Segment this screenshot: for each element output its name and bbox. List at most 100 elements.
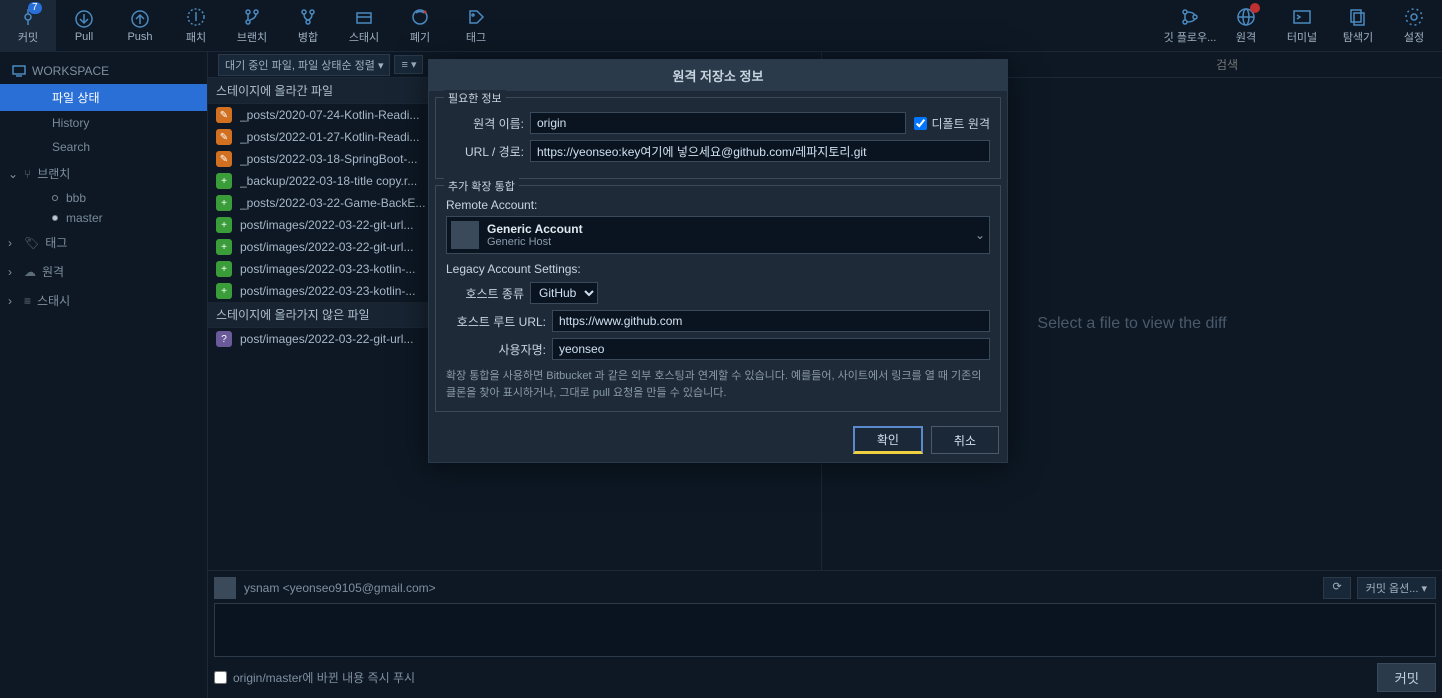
- default-remote-checkbox[interactable]: 디폴트 원격: [914, 115, 990, 132]
- discard-icon: [410, 7, 430, 27]
- sidebar-item-file-status[interactable]: 파일 상태: [0, 84, 207, 111]
- file-name: _posts/2022-03-18-SpringBoot-...: [240, 152, 417, 166]
- stash-button[interactable]: 스태시: [336, 0, 392, 52]
- gitflow-icon: [1180, 7, 1200, 27]
- patch-label: 패치: [186, 29, 206, 45]
- cancel-button[interactable]: 취소: [931, 426, 999, 454]
- file-status-icon: ✎: [216, 151, 232, 167]
- remote-name-input[interactable]: [530, 112, 906, 134]
- branch-bbb[interactable]: bbb: [0, 188, 207, 208]
- merge-button[interactable]: 병합: [280, 0, 336, 52]
- view-dropdown[interactable]: ≡ ▾: [394, 55, 423, 74]
- username-label: 사용자명:: [446, 341, 546, 358]
- file-name: _posts/2022-03-22-Game-BackE...: [240, 196, 425, 210]
- required-info-legend: 필요한 정보: [444, 90, 506, 106]
- push-checkbox-input[interactable]: [214, 671, 227, 684]
- commit-button[interactable]: 커밋 7: [0, 0, 56, 52]
- branch-indicator-icon: [52, 215, 58, 221]
- url-input[interactable]: [530, 140, 990, 162]
- file-name: post/images/2022-03-23-kotlin-...: [240, 262, 415, 276]
- branch-master[interactable]: master: [0, 208, 207, 228]
- commit-label: 커밋: [18, 29, 38, 45]
- category-label: 원격: [42, 263, 64, 280]
- commit-button[interactable]: 커밋: [1377, 663, 1436, 692]
- host-root-input[interactable]: [552, 310, 990, 332]
- sidebar-category-tags[interactable]: ›🏷태그: [0, 228, 207, 257]
- category-label: 스태시: [37, 292, 70, 309]
- file-status-icon: +: [216, 217, 232, 233]
- patch-icon: [186, 7, 206, 27]
- branch-icon: [242, 7, 262, 27]
- history-icon-button[interactable]: ⟳: [1323, 577, 1350, 599]
- url-label: URL / 경로:: [446, 143, 524, 160]
- terminal-icon: [1292, 7, 1312, 27]
- category-label: 태그: [45, 234, 67, 251]
- tag-button[interactable]: 태그: [448, 0, 504, 52]
- search-input[interactable]: [1216, 58, 1436, 72]
- settings-label: 설정: [1404, 29, 1424, 45]
- tags-icon: 🏷: [24, 236, 39, 250]
- host-type-select[interactable]: GitHub: [530, 282, 598, 304]
- file-status-icon: ✎: [216, 107, 232, 123]
- extended-integration-legend: 추가 확장 통합: [444, 178, 519, 194]
- host-type-label: 호스트 종류: [446, 285, 524, 302]
- account-avatar-icon: [451, 221, 479, 249]
- workspace-label: WORKSPACE: [32, 64, 109, 78]
- default-remote-input[interactable]: [914, 117, 927, 130]
- branch-indicator-icon: [52, 195, 58, 201]
- gitflow-label: 깃 플로우...: [1164, 29, 1217, 45]
- push-checkbox-label: origin/master에 바뀐 내용 즉시 푸시: [233, 669, 415, 686]
- chevron-icon: ›: [8, 265, 20, 279]
- sidebar-item-history[interactable]: History: [0, 111, 207, 135]
- chevron-icon: ›: [8, 294, 20, 308]
- file-status-icon: +: [216, 239, 232, 255]
- tag-label: 태그: [466, 29, 486, 45]
- commit-message-input[interactable]: [214, 603, 1436, 657]
- badge: 7: [28, 2, 42, 14]
- branch-label: master: [66, 211, 103, 225]
- branch-button[interactable]: 브랜치: [224, 0, 280, 52]
- monitor-icon: [12, 64, 26, 78]
- patch-button[interactable]: 패치: [168, 0, 224, 52]
- sidebar-category-stashes[interactable]: ›≡스태시: [0, 286, 207, 315]
- file-name: _posts/2020-07-24-Kotlin-Readi...: [240, 108, 419, 122]
- account-dropdown[interactable]: Generic Account Generic Host ⌄: [446, 216, 990, 254]
- account-host: Generic Host: [487, 236, 583, 248]
- legacy-settings-label: Legacy Account Settings:: [446, 262, 990, 276]
- sort-dropdown[interactable]: 대기 중인 파일, 파일 상태순 정렬 ▾: [218, 54, 390, 76]
- username-input[interactable]: [552, 338, 990, 360]
- terminal-button[interactable]: 터미널: [1274, 0, 1330, 52]
- file-name: post/images/2022-03-23-kotlin-...: [240, 284, 415, 298]
- settings-button[interactable]: 설정: [1386, 0, 1442, 52]
- ok-button[interactable]: 확인: [853, 426, 923, 454]
- sidebar-category-branches[interactable]: ⌄⑂브랜치: [0, 159, 207, 188]
- pull-label: Pull: [75, 31, 93, 43]
- workspace-header: WORKSPACE: [0, 58, 207, 84]
- explorer-button[interactable]: 탐색기: [1330, 0, 1386, 52]
- host-root-label: 호스트 루트 URL:: [446, 313, 546, 330]
- integration-hint: 확장 통합을 사용하면 Bitbucket 과 같은 외부 호스팅과 연계할 수…: [446, 368, 990, 401]
- sidebar-category-remotes[interactable]: ›☁원격: [0, 257, 207, 286]
- file-status-icon: +: [216, 283, 232, 299]
- merge-label: 병합: [298, 29, 318, 45]
- push-immediately-checkbox[interactable]: origin/master에 바뀐 내용 즉시 푸시: [214, 669, 415, 686]
- file-status-icon: +: [216, 195, 232, 211]
- sidebar: WORKSPACE 파일 상태HistorySearch ⌄⑂브랜치bbbmas…: [0, 52, 208, 698]
- commit-options-dropdown[interactable]: 커밋 옵션... ▾: [1357, 577, 1436, 599]
- remote-button[interactable]: 원격: [1218, 0, 1274, 52]
- remote-name-label: 원격 이름:: [446, 115, 524, 132]
- category-label: 브랜치: [37, 165, 70, 182]
- stash-icon: [354, 7, 374, 27]
- pull-button[interactable]: Pull: [56, 0, 112, 52]
- discard-button[interactable]: 폐기: [392, 0, 448, 52]
- push-button[interactable]: Push: [112, 0, 168, 52]
- file-status-icon: +: [216, 173, 232, 189]
- stash-label: 스태시: [349, 29, 379, 45]
- branches-icon: ⑂: [24, 167, 31, 181]
- default-remote-label: 디폴트 원격: [931, 115, 990, 132]
- sidebar-item-search[interactable]: Search: [0, 135, 207, 159]
- commit-author: ysnam <yeonseo9105@gmail.com>: [244, 581, 436, 595]
- gitflow-button[interactable]: 깃 플로우...: [1162, 0, 1218, 52]
- avatar: [214, 577, 236, 599]
- terminal-label: 터미널: [1287, 29, 1317, 45]
